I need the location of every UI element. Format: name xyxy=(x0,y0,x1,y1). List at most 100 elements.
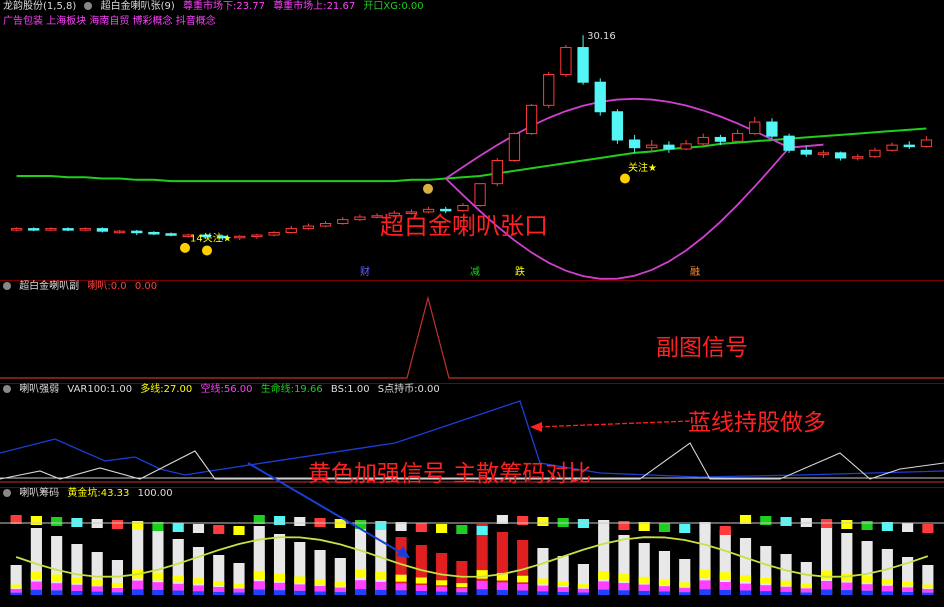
candle xyxy=(543,71,555,108)
chip-bar xyxy=(841,520,853,595)
chip-bar xyxy=(476,524,488,595)
candle xyxy=(96,227,109,233)
candle xyxy=(525,104,538,135)
chip-bar xyxy=(213,525,225,595)
annotation-sub3: 黄色加强信号 主散筹码对比 xyxy=(308,461,592,487)
chip-bar xyxy=(395,522,407,595)
chip-bar xyxy=(496,515,508,595)
peak-label: 30.16 xyxy=(587,31,616,42)
candle xyxy=(611,109,624,144)
candle xyxy=(783,133,795,153)
candle xyxy=(508,132,521,162)
chip-bar xyxy=(415,523,427,595)
candle xyxy=(766,118,778,139)
candle xyxy=(337,217,349,225)
chip-bar xyxy=(233,526,245,595)
chip-bar xyxy=(618,521,630,595)
tag-right: 关注★ xyxy=(628,161,657,174)
candle xyxy=(577,35,589,85)
candle xyxy=(165,232,177,237)
smiley-icon xyxy=(202,245,212,256)
candle xyxy=(869,147,881,158)
candle xyxy=(79,227,91,232)
sub1-panel: 超白金喇叭副 喇叭:0.0 0.00 副图信号 xyxy=(0,280,944,384)
marker-label: 减 xyxy=(470,266,480,278)
candle xyxy=(800,146,812,157)
candle xyxy=(834,151,847,161)
chip-bar xyxy=(861,521,873,595)
candle xyxy=(10,227,23,232)
candle xyxy=(354,214,366,221)
chip-bar xyxy=(739,515,752,595)
chip-bar xyxy=(658,523,671,595)
candle xyxy=(817,150,830,158)
chip-bar xyxy=(132,521,144,595)
annotation-sub1: 副图信号 xyxy=(656,335,748,361)
sub1-svg xyxy=(0,295,944,379)
chip-bar xyxy=(881,522,893,595)
candle xyxy=(251,233,263,239)
chip-bar xyxy=(922,524,934,595)
tag-left: 14关注★ xyxy=(190,231,232,244)
chip-bar xyxy=(820,519,833,595)
candle xyxy=(28,227,40,232)
marker-label: 融 xyxy=(690,266,700,278)
annotation-sub2: 蓝线持股做多 xyxy=(688,410,826,436)
candle xyxy=(560,44,572,78)
chip-bar xyxy=(537,517,549,595)
annotation-main: 超白金喇叭张口 xyxy=(380,212,548,240)
chip-bar xyxy=(598,520,610,595)
candle xyxy=(731,129,744,143)
chip-bar xyxy=(172,523,184,595)
candle xyxy=(268,231,280,237)
candle xyxy=(234,235,246,241)
candle xyxy=(886,142,898,152)
chip-bar xyxy=(354,520,367,595)
chip-bar xyxy=(699,522,711,595)
chip-bar xyxy=(638,522,650,595)
candle xyxy=(491,157,503,187)
candle xyxy=(62,227,74,232)
candle xyxy=(594,78,606,116)
chip-bar xyxy=(10,515,22,595)
smiley-icon xyxy=(180,242,190,253)
chip-bar xyxy=(780,517,792,595)
marker-label: 财 xyxy=(360,265,370,278)
sub2-panel: 喇叭强弱 VAR100:1.00 多线:27.00 空线:56.00 生命线:1… xyxy=(0,383,944,488)
chip-bar xyxy=(253,515,265,595)
signal-spike xyxy=(0,295,944,379)
chip-bar xyxy=(314,518,326,595)
candle xyxy=(302,223,315,230)
candle xyxy=(113,229,126,234)
chip-bar xyxy=(436,524,448,595)
arrow-head xyxy=(530,422,542,432)
chip-bar xyxy=(51,517,63,595)
chip-bar xyxy=(152,522,164,595)
candle xyxy=(646,140,658,152)
candle xyxy=(920,136,933,148)
chip-bar xyxy=(334,519,346,595)
chip-bar xyxy=(517,516,529,595)
chip-bar xyxy=(679,524,691,595)
chip-bar xyxy=(91,519,103,595)
candle xyxy=(131,229,143,236)
chip-bar xyxy=(294,517,306,595)
candle xyxy=(852,154,864,161)
candle xyxy=(697,133,709,146)
chip-bar xyxy=(192,524,205,595)
smiley-icon xyxy=(620,173,630,184)
main-chart-panel: 龙韵股份(1,5,8) 超白金喇叭张(9) 尊重市场下:23.77 尊重市场上:… xyxy=(0,0,944,281)
marker-label: 跌 xyxy=(515,265,525,278)
candle xyxy=(45,227,57,232)
candle xyxy=(749,116,761,135)
chip-bar xyxy=(719,526,731,595)
candle xyxy=(285,226,297,234)
chip-bar xyxy=(456,525,468,595)
chip-bar xyxy=(273,516,286,595)
chip-bar xyxy=(71,518,83,595)
chip-bar xyxy=(30,516,42,595)
candle xyxy=(148,231,160,236)
chip-svg xyxy=(0,515,944,595)
chip-bar xyxy=(902,523,914,595)
candle xyxy=(628,134,641,153)
